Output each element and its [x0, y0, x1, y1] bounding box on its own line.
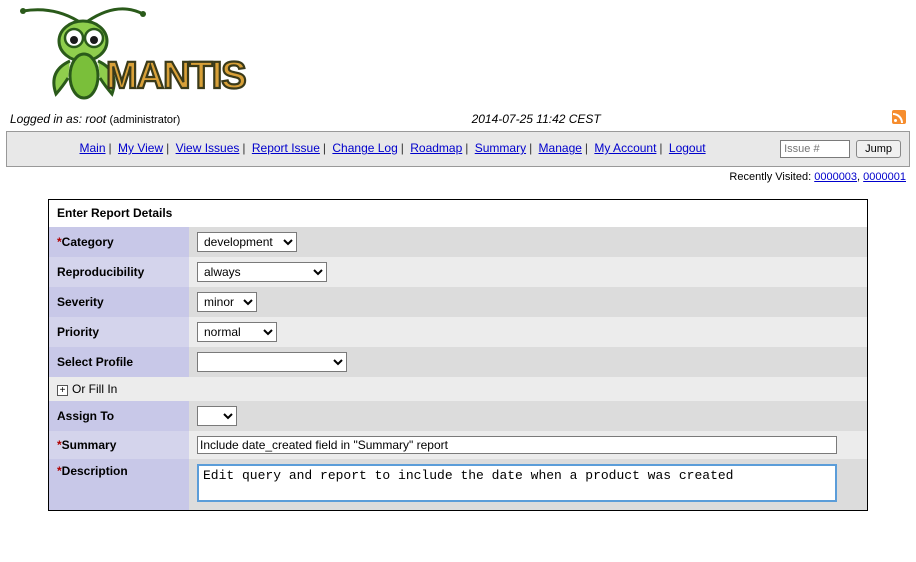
label-severity: Severity	[49, 287, 189, 317]
nav-my-account[interactable]: My Account	[594, 141, 656, 155]
or-fill-in-toggle[interactable]: + Or Fill In	[49, 377, 867, 401]
recent-link[interactable]: 0000003	[814, 171, 857, 183]
severity-select[interactable]: minor	[197, 292, 257, 312]
nav-main[interactable]: Main	[80, 141, 106, 155]
label-category: *Category	[49, 226, 189, 257]
form-title: Enter Report Details	[49, 200, 867, 226]
nav-logout[interactable]: Logout	[669, 141, 706, 155]
username: root	[85, 112, 106, 126]
label-reproducibility: Reproducibility	[49, 257, 189, 287]
nav-summary[interactable]: Summary	[475, 141, 526, 155]
recent-label: Recently Visited:	[729, 171, 814, 183]
logo-area: MANTIS	[4, 4, 912, 108]
description-textarea[interactable]	[197, 464, 837, 502]
profile-select[interactable]	[197, 352, 347, 372]
issue-jump-input[interactable]	[780, 140, 850, 158]
rss-icon	[892, 110, 906, 124]
top-bar: Logged in as: root (administrator) 2014-…	[4, 108, 912, 131]
label-description: *Description	[49, 459, 189, 510]
recent-link[interactable]: 0000001	[863, 171, 906, 183]
timestamp: 2014-07-25 11:42 CEST	[180, 112, 892, 126]
label-priority: Priority	[49, 317, 189, 347]
priority-select[interactable]: normal	[197, 322, 277, 342]
mantis-logo: MANTIS	[8, 6, 258, 106]
nav-roadmap[interactable]: Roadmap	[410, 141, 462, 155]
logged-in-prefix: Logged in as:	[10, 112, 85, 126]
nav-view-issues[interactable]: View Issues	[176, 141, 240, 155]
report-form: Enter Report Details *Category developme…	[48, 199, 868, 511]
jump-box: Jump	[780, 140, 901, 158]
nav-manage[interactable]: Manage	[539, 141, 582, 155]
assign-to-select[interactable]	[197, 406, 237, 426]
login-info: Logged in as: root (administrator)	[10, 112, 180, 126]
svg-text:MANTIS: MANTIS	[106, 55, 246, 97]
nav-my-view[interactable]: My View	[118, 141, 163, 155]
category-select[interactable]: development	[197, 232, 297, 252]
or-fill-in-label: Or Fill In	[72, 382, 117, 396]
nav-report-issue[interactable]: Report Issue	[252, 141, 320, 155]
label-summary: *Summary	[49, 431, 189, 459]
label-select-profile: Select Profile	[49, 347, 189, 377]
user-role: (administrator)	[109, 114, 180, 126]
nav-change-log[interactable]: Change Log	[332, 141, 397, 155]
summary-input[interactable]	[197, 436, 837, 454]
rss-link[interactable]	[892, 113, 906, 127]
menu-links: Main| My View| View Issues| Report Issue…	[15, 138, 770, 160]
reproducibility-select[interactable]: always	[197, 262, 327, 282]
jump-button[interactable]: Jump	[856, 140, 901, 158]
plus-icon: +	[57, 385, 68, 396]
label-assign-to: Assign To	[49, 401, 189, 431]
menu-bar: Main| My View| View Issues| Report Issue…	[6, 131, 910, 167]
recently-visited: Recently Visited: 0000003, 0000001	[4, 167, 912, 191]
